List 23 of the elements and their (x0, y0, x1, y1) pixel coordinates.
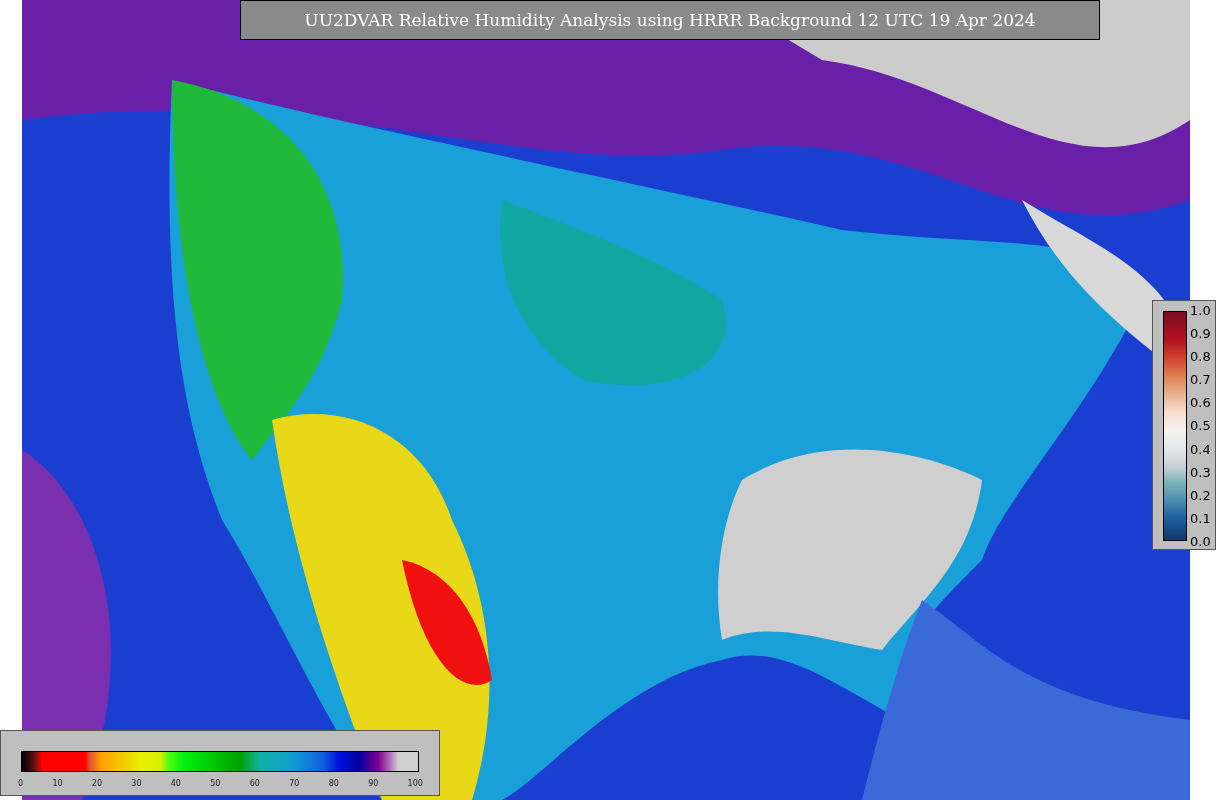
tick-label: 0.3 (1190, 464, 1211, 480)
tick-label: 30 (131, 779, 142, 788)
tick-label: 0.7 (1190, 372, 1211, 388)
tick-label: 50 (210, 779, 221, 788)
tick-label: 0.0 (1190, 533, 1211, 549)
tick-label: 100 (407, 779, 423, 788)
tick-label: 80 (328, 779, 339, 788)
tick-label: 0 (18, 779, 24, 788)
tick-label: 10 (52, 779, 63, 788)
tick-label: 0.5 (1190, 418, 1211, 434)
tick-label: 90 (368, 779, 379, 788)
tick-label: 60 (249, 779, 260, 788)
tick-label: 40 (170, 779, 181, 788)
tick-label: 1.0 (1190, 303, 1211, 318)
tick-label: 0.1 (1190, 510, 1211, 526)
tick-label: 0.2 (1190, 487, 1211, 503)
tick-label: 20 (91, 779, 103, 788)
map-title: UU2DVAR Relative Humidity Analysis using HRRR Background 12 UTC 19 Apr 2024 (240, 0, 1100, 40)
tick-label: 0.8 (1190, 349, 1211, 365)
tick-label: 0.9 (1190, 326, 1211, 342)
tick-label: 0.6 (1190, 395, 1211, 411)
tick-label: 0.4 (1190, 441, 1211, 457)
tick-label: 70 (289, 779, 300, 788)
